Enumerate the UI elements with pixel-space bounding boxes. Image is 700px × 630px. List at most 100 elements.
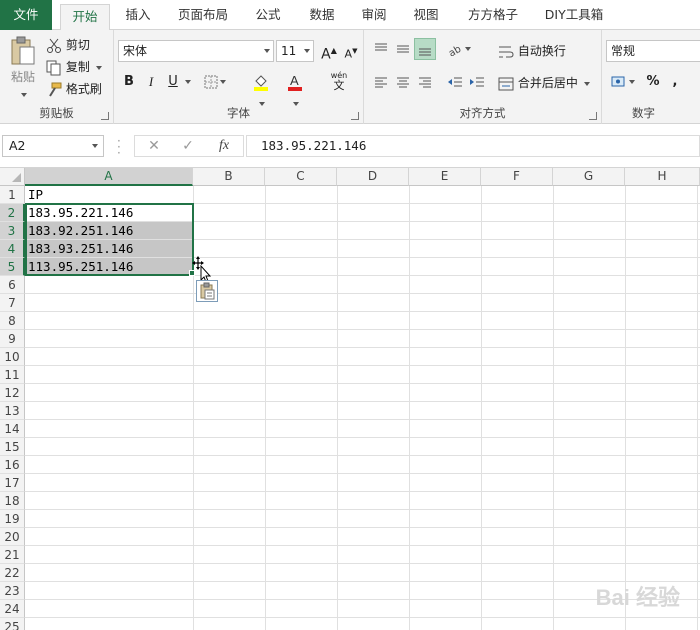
column-header-b[interactable]: B (193, 168, 265, 186)
underline-dropdown-icon[interactable] (182, 71, 192, 93)
decrease-indent-icon[interactable] (444, 71, 466, 93)
format-painter-icon (49, 82, 62, 97)
row-header-5[interactable]: 5 (0, 258, 25, 276)
bold-button[interactable]: B (118, 71, 140, 93)
tab-review[interactable]: 审阅 (352, 0, 396, 30)
align-right-icon[interactable] (414, 71, 436, 93)
font-launcher-icon[interactable] (351, 112, 359, 120)
row-header-12[interactable]: 12 (0, 384, 25, 402)
cell-a4[interactable]: 183.93.251.146 (26, 240, 193, 257)
row-header-17[interactable]: 17 (0, 474, 25, 492)
row-header-13[interactable]: 13 (0, 402, 25, 420)
align-top-icon[interactable] (370, 38, 392, 60)
column-header-f[interactable]: F (481, 168, 553, 186)
column-header-a[interactable]: A (25, 168, 193, 186)
copy-button[interactable]: 复制 (46, 58, 102, 76)
tab-file[interactable]: 文件 (0, 0, 52, 30)
tab-data[interactable]: 数据 (300, 0, 344, 30)
name-box[interactable]: A2 (2, 135, 104, 157)
tab-fangfang[interactable]: 方方格子 (460, 0, 526, 30)
enter-icon[interactable]: ✓ (173, 136, 203, 156)
comma-style-button[interactable]: , (664, 71, 686, 93)
row-header-21[interactable]: 21 (0, 546, 25, 564)
copy-dropdown-icon[interactable] (95, 65, 102, 70)
cell-a5[interactable]: 113.95.251.146 (26, 258, 193, 275)
row-header-2[interactable]: 2 (0, 204, 25, 222)
tab-diy-toolbox[interactable]: DIY工具箱 (538, 0, 610, 30)
row-header-6[interactable]: 6 (0, 276, 25, 294)
merge-dropdown-icon[interactable] (583, 81, 590, 86)
decrease-font-size-icon[interactable]: A▼ (340, 40, 362, 62)
wrap-text-icon (499, 46, 514, 57)
row-header-14[interactable]: 14 (0, 420, 25, 438)
insert-function-button[interactable]: fx (209, 136, 239, 156)
row-header-3[interactable]: 3 (0, 222, 25, 240)
cell-a1[interactable]: IP (26, 186, 193, 203)
row-header-9[interactable]: 9 (0, 330, 25, 348)
increase-indent-icon[interactable] (466, 71, 488, 93)
row-header-10[interactable]: 10 (0, 348, 25, 366)
column-header-g[interactable]: G (553, 168, 625, 186)
cell-a3[interactable]: 183.92.251.146 (26, 222, 193, 239)
tab-insert[interactable]: 插入 (116, 0, 160, 30)
font-size-select[interactable]: 11 (276, 40, 314, 62)
align-middle-icon[interactable] (392, 38, 414, 60)
formula-input[interactable]: 183.95.221.146 (246, 135, 700, 157)
tab-view[interactable]: 视图 (404, 0, 448, 30)
column-header-h[interactable]: H (625, 168, 700, 186)
phonetic-button[interactable]: wén 文 (326, 71, 352, 93)
paste-button[interactable]: 粘贴 (8, 36, 38, 97)
grid-line (25, 419, 700, 420)
row-header-16[interactable]: 16 (0, 456, 25, 474)
row-header-22[interactable]: 22 (0, 564, 25, 582)
italic-button[interactable]: I (140, 71, 162, 93)
row-header-18[interactable]: 18 (0, 492, 25, 510)
align-center-icon[interactable] (392, 71, 414, 93)
column-header-c[interactable]: C (265, 168, 337, 186)
formula-bar-grip-icon[interactable]: · · · (117, 135, 121, 159)
paste-options-button[interactable] (196, 280, 218, 302)
align-bottom-icon[interactable] (414, 38, 436, 60)
orientation-icon[interactable]: ab (444, 38, 474, 60)
underline-button[interactable]: U (162, 71, 184, 93)
borders-button[interactable] (204, 71, 226, 93)
grid-line (25, 491, 700, 492)
worksheet-grid[interactable]: A B C D E F G H 1 2 3 4 5 6 7 8 9 10 11 12 13 14 15 16 1… (0, 168, 700, 630)
row-header-20[interactable]: 20 (0, 528, 25, 546)
row-header-11[interactable]: 11 (0, 366, 25, 384)
align-left-icon[interactable] (370, 71, 392, 93)
fill-color-button[interactable] (250, 71, 272, 106)
merge-center-button[interactable]: 合并后居中 (498, 74, 590, 91)
alignment-launcher-icon[interactable] (589, 112, 597, 120)
column-header-d[interactable]: D (337, 168, 409, 186)
select-all-button[interactable] (0, 168, 25, 186)
grid-line (25, 509, 700, 510)
accounting-format-icon[interactable] (608, 71, 638, 93)
number-format-select[interactable]: 常规 (606, 40, 700, 62)
row-header-23[interactable]: 23 (0, 582, 25, 600)
tab-page-layout[interactable]: 页面布局 (170, 0, 236, 30)
font-name-select[interactable]: 宋体 (118, 40, 274, 62)
cell-a2[interactable]: 183.95.221.146 (26, 204, 193, 221)
font-color-button[interactable]: A (284, 71, 306, 106)
row-header-19[interactable]: 19 (0, 510, 25, 528)
clipboard-launcher-icon[interactable] (101, 112, 109, 120)
cut-button[interactable]: 剪切 (46, 36, 90, 54)
row-header-7[interactable]: 7 (0, 294, 25, 312)
row-header-25[interactable]: 25 (0, 618, 25, 630)
row-header-8[interactable]: 8 (0, 312, 25, 330)
tab-home[interactable]: 开始 (60, 4, 110, 31)
increase-font-size-icon[interactable]: A▲ (318, 40, 340, 63)
grid-line (25, 347, 700, 348)
row-header-15[interactable]: 15 (0, 438, 25, 456)
format-painter-button[interactable]: 格式刷 (46, 80, 102, 98)
row-header-4[interactable]: 4 (0, 240, 25, 258)
cancel-icon[interactable]: ✕ (139, 136, 169, 156)
wrap-text-button[interactable]: 自动换行 (498, 42, 566, 59)
tab-formulas[interactable]: 公式 (246, 0, 290, 30)
row-header-24[interactable]: 24 (0, 600, 25, 618)
column-header-e[interactable]: E (409, 168, 481, 186)
row-header-1[interactable]: 1 (0, 186, 25, 204)
percent-style-button[interactable]: % (642, 71, 664, 93)
copy-icon (46, 60, 61, 75)
